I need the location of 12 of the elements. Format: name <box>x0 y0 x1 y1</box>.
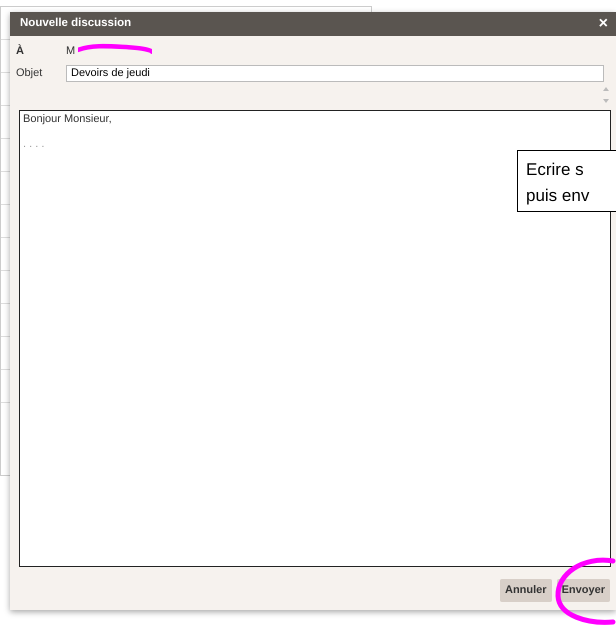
dialog-title: Nouvelle discussion <box>20 16 132 32</box>
close-button[interactable]: × <box>598 16 608 32</box>
recipient-name: M <box>66 44 76 59</box>
field-label: À <box>16 43 25 59</box>
subject-field[interactable]: Devoirs de jeudi <box>66 64 604 82</box>
dialog-button[interactable]: Envoyer <box>556 579 610 602</box>
message-line: Bonjour Monsieur, <box>23 113 113 126</box>
message-line: . . . . <box>23 138 46 151</box>
field-label: Objet <box>16 66 44 81</box>
callout-text: puis env <box>526 185 590 207</box>
dialog-button[interactable]: Annuler <box>500 579 552 602</box>
callout-text: Ecrire s <box>526 159 585 181</box>
